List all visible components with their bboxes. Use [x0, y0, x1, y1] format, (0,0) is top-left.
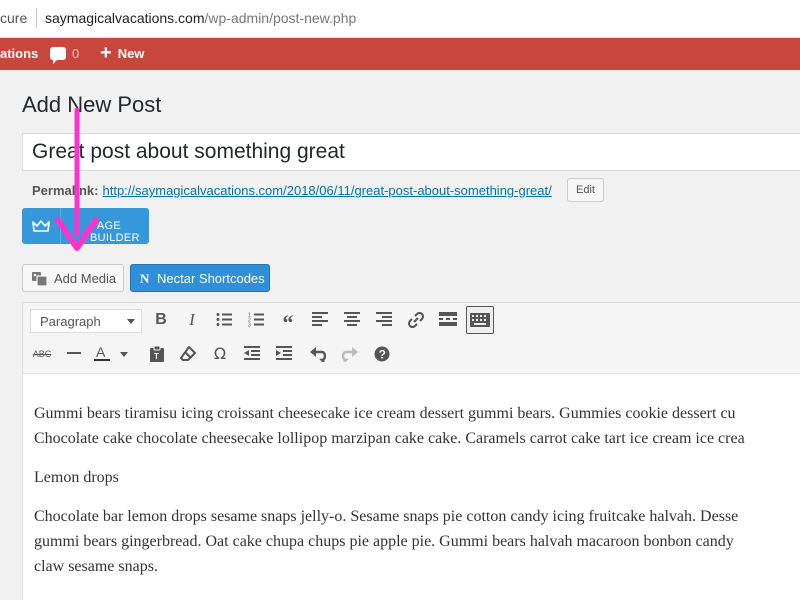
- help-icon: ?: [374, 346, 390, 362]
- browser-window: cure saymagicalvacations.com/wp-admin/po…: [0, 0, 800, 600]
- paragraph-3: Chocolate bar lemon drops sesame snaps j…: [34, 504, 800, 579]
- toolbar-toggle-button[interactable]: [466, 306, 494, 334]
- edit-permalink-button[interactable]: Edit: [567, 178, 604, 202]
- align-right-icon: [376, 312, 392, 326]
- paste-text-button[interactable]: T: [143, 340, 171, 368]
- horizontal-line-icon: [67, 352, 81, 354]
- permalink-base: http://saymagicalvacations.com/2018/06/1…: [102, 183, 355, 198]
- permalink-slug: great-post-about-something-great: [354, 183, 549, 198]
- clear-formatting-button[interactable]: [174, 340, 202, 368]
- media-icon: [32, 272, 48, 287]
- admin-bar-comments[interactable]: 0: [50, 38, 79, 70]
- address-bar-separator: [36, 8, 37, 28]
- chevron-down-icon: [127, 319, 135, 324]
- editor-toolbar: Paragraph B I 123 “ ABC A T Ω ?: [23, 303, 800, 374]
- paragraph-1-line-1: Gummi bears tiramisu icing croissant che…: [34, 405, 736, 422]
- blockquote-button[interactable]: “: [274, 306, 302, 335]
- align-center-button[interactable]: [338, 306, 366, 334]
- admin-bar: ations 0 + New: [0, 38, 800, 70]
- nectar-shortcodes-label: Nectar Shortcodes: [157, 271, 265, 286]
- svg-text:T: T: [154, 352, 159, 361]
- comment-bubble-icon: [50, 47, 66, 65]
- paragraph-2: Lemon drops: [34, 469, 119, 486]
- bold-button[interactable]: B: [147, 306, 175, 334]
- add-media-label: Add Media: [54, 271, 117, 286]
- undo-icon: [310, 347, 327, 363]
- outdent-icon: [244, 346, 260, 360]
- align-left-button[interactable]: [306, 306, 334, 334]
- paragraph-1: Gummi bears tiramisu icing croissant che…: [34, 401, 800, 451]
- redo-button[interactable]: [336, 340, 364, 368]
- special-character-button[interactable]: Ω: [206, 340, 234, 368]
- admin-bar-site-name[interactable]: ations: [0, 38, 38, 70]
- bullet-list-icon: [216, 313, 232, 326]
- text-color-button[interactable]: A: [91, 340, 133, 368]
- strikethrough-button[interactable]: ABC: [28, 340, 56, 368]
- nectar-n-icon: N: [140, 271, 150, 286]
- indent-button[interactable]: [270, 340, 298, 368]
- nectar-shortcodes-button[interactable]: N Nectar Shortcodes: [130, 264, 270, 292]
- plus-icon: +: [100, 41, 112, 64]
- align-left-icon: [312, 312, 328, 326]
- editor-content[interactable]: Gummi bears tiramisu icing croissant che…: [34, 401, 800, 593]
- permalink-trailing: /: [548, 183, 552, 198]
- italic-button[interactable]: I: [178, 306, 206, 334]
- svg-text:A: A: [96, 346, 106, 360]
- permalink-link[interactable]: http://saymagicalvacations.com/2018/06/1…: [102, 183, 551, 198]
- comments-count: 0: [72, 46, 80, 61]
- post-editor: Paragraph B I 123 “ ABC A T Ω ? Gummi be…: [22, 302, 800, 600]
- format-select[interactable]: Paragraph: [30, 309, 142, 333]
- numbered-list-button[interactable]: 123: [242, 306, 270, 334]
- toolbar-toggle-icon: [470, 313, 490, 327]
- bold-icon: B: [155, 311, 167, 328]
- align-right-button[interactable]: [370, 306, 398, 334]
- annotation-arrow-icon: [55, 108, 99, 251]
- paragraph-3-line-1: Chocolate bar lemon drops sesame snaps j…: [34, 508, 739, 525]
- redo-icon: [341, 347, 358, 363]
- bullet-list-button[interactable]: [210, 306, 238, 334]
- paragraph-3-line-3: claw sesame snaps.: [34, 558, 158, 575]
- numbered-list-icon: 123: [248, 313, 264, 329]
- link-icon: [407, 311, 425, 329]
- special-character-icon: Ω: [213, 344, 227, 363]
- new-label: New: [117, 46, 145, 61]
- clear-formatting-icon: [180, 346, 196, 361]
- read-more-button[interactable]: [434, 306, 462, 334]
- align-center-icon: [344, 312, 360, 326]
- paragraph-1-line-2: Chocolate cake chocolate cheesecake loll…: [34, 430, 745, 447]
- horizontal-line-button[interactable]: [60, 340, 88, 368]
- url-host: saymagicalvacations.com: [45, 10, 205, 26]
- paste-text-icon: T: [150, 345, 164, 362]
- address-bar[interactable]: cure saymagicalvacations.com/wp-admin/po…: [0, 0, 800, 38]
- outdent-button[interactable]: [238, 340, 266, 368]
- strikethrough-icon: ABC: [32, 349, 52, 359]
- indent-icon: [276, 346, 292, 360]
- svg-text:3: 3: [248, 323, 251, 328]
- text-color-icon: A: [94, 344, 128, 361]
- undo-button[interactable]: [304, 340, 332, 368]
- url-text[interactable]: saymagicalvacations.com/wp-admin/post-ne…: [45, 10, 356, 26]
- italic-icon: I: [189, 310, 195, 329]
- paragraph-3-line-2: gummi bears gingerbread. Oat cake chupa …: [34, 533, 734, 550]
- help-button[interactable]: ?: [368, 340, 396, 368]
- post-title-input[interactable]: [22, 133, 800, 171]
- url-path: /wp-admin/post-new.php: [204, 10, 357, 26]
- format-select-value: Paragraph: [40, 314, 101, 329]
- security-label: cure: [0, 10, 28, 26]
- read-more-icon: [439, 312, 457, 326]
- svg-text:?: ?: [379, 348, 386, 362]
- blockquote-icon: “: [282, 310, 294, 335]
- add-media-button[interactable]: Add Media: [22, 264, 124, 292]
- link-button[interactable]: [402, 306, 430, 334]
- crown-icon: [32, 220, 50, 232]
- admin-bar-new[interactable]: + New: [100, 38, 144, 70]
